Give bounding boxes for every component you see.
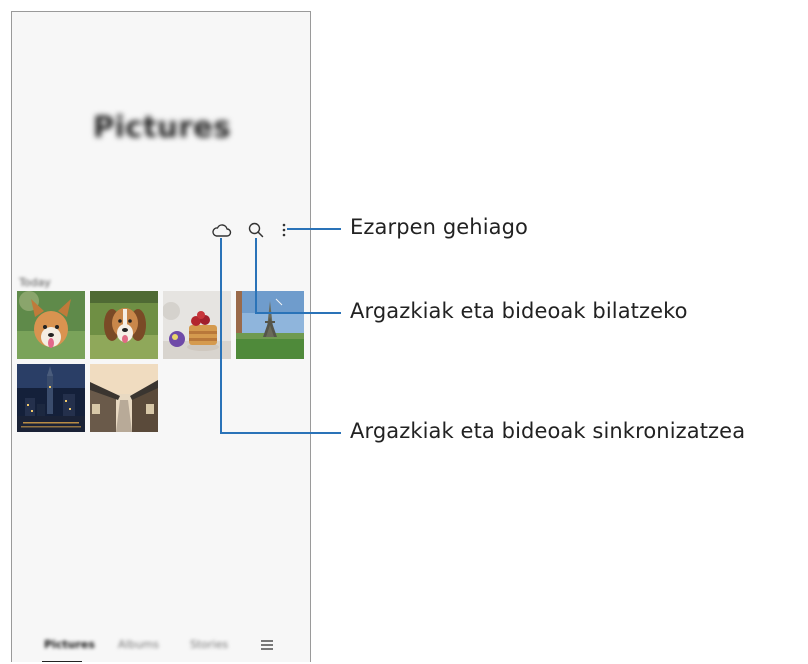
search-leader xyxy=(255,238,341,314)
sync-leader xyxy=(220,238,341,434)
callout-lines xyxy=(220,228,341,434)
manual-figure: Pictures Today Pictures Albums Stories E… xyxy=(0,0,808,664)
callout-more-options: Ezarpen gehiago xyxy=(350,215,528,239)
callout-search: Argazkiak eta bideoak bilatzeko xyxy=(350,299,688,323)
callout-sync: Argazkiak eta bideoak sinkronizatzea xyxy=(350,419,746,443)
